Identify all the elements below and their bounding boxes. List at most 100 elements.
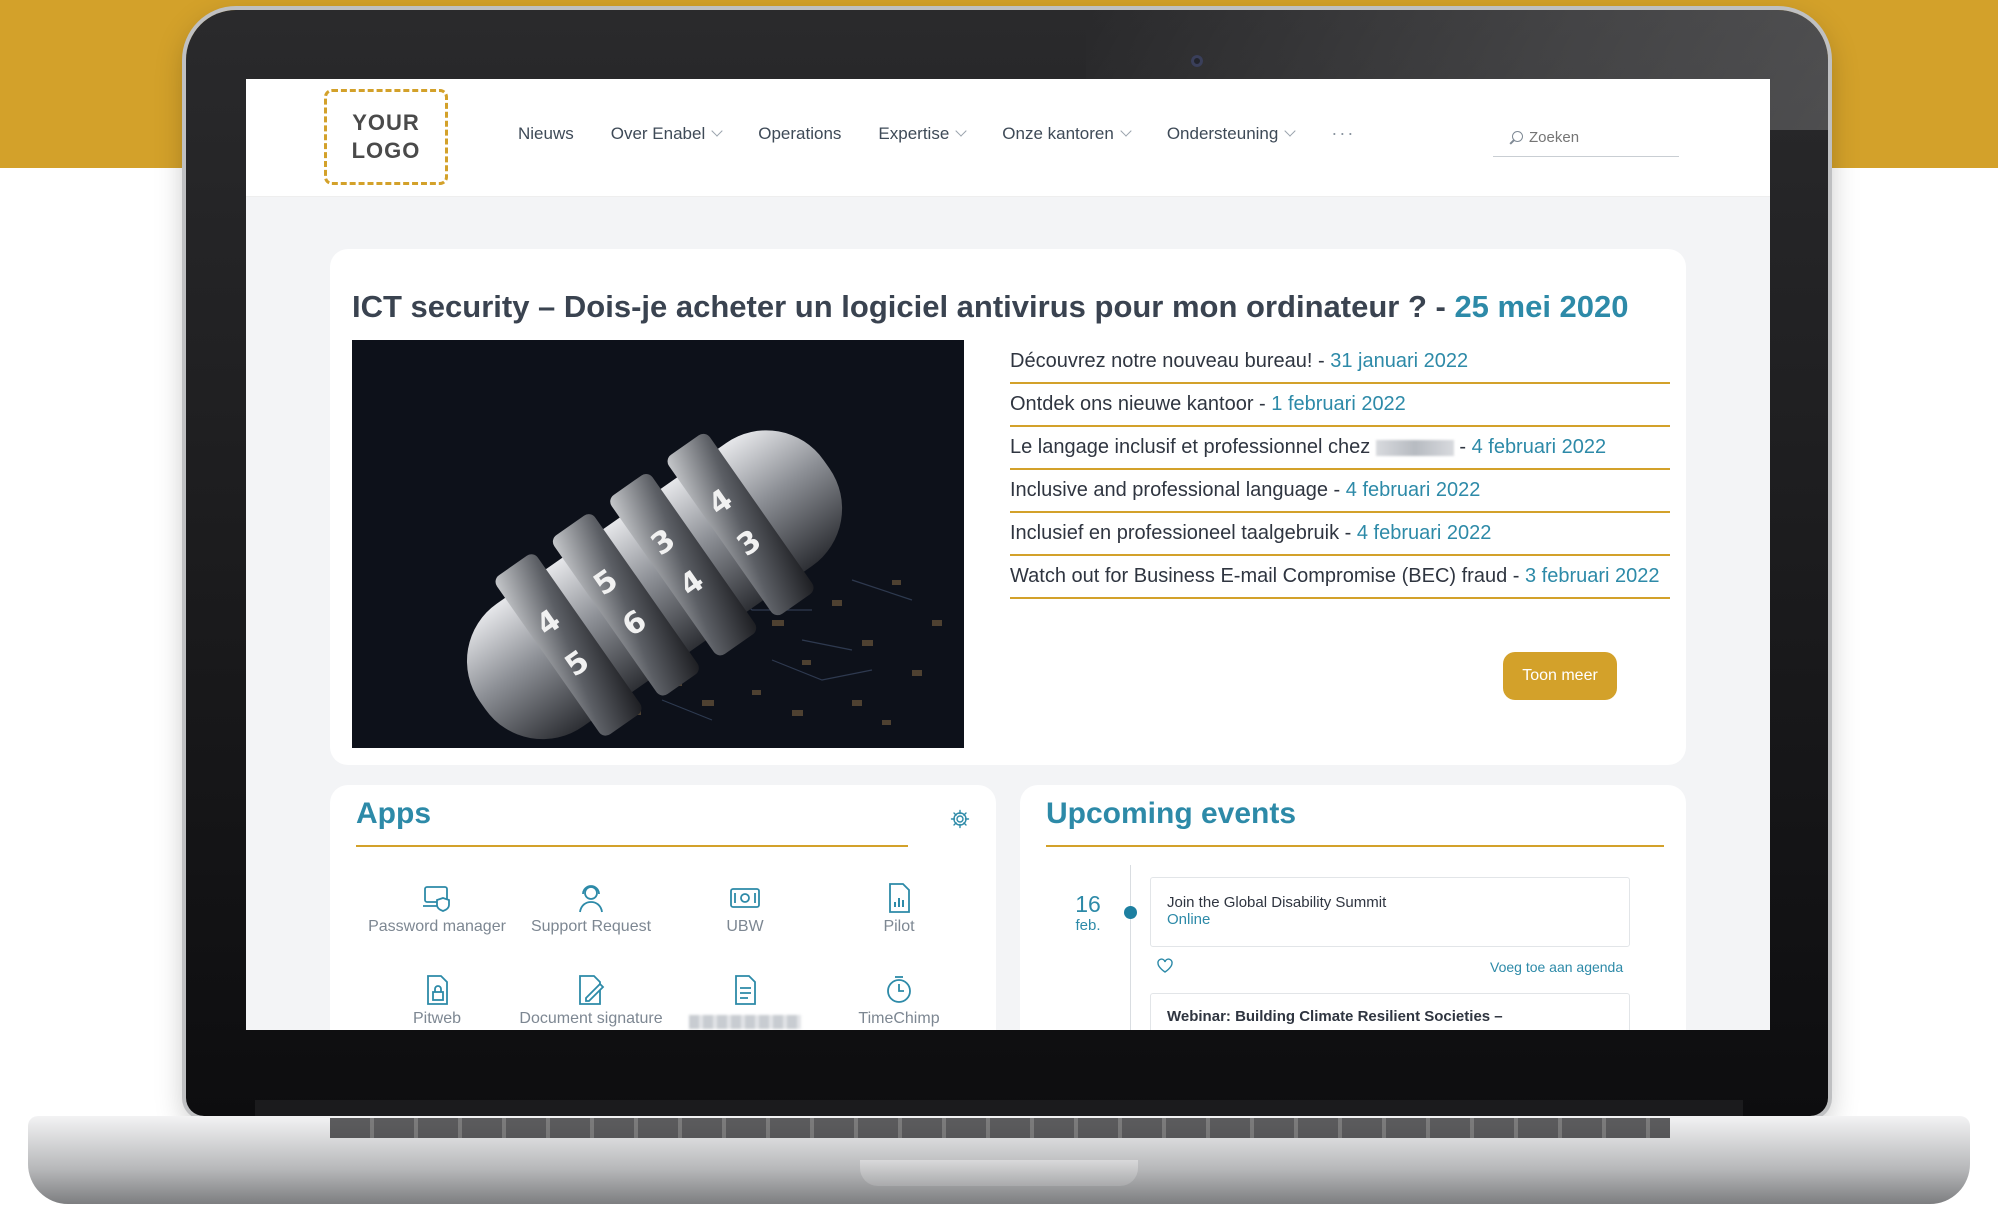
- news-item-date: 4 februari 2022: [1345, 479, 1481, 501]
- featured-title-text: ICT security – Dois-je acheter un logici…: [352, 289, 1446, 324]
- app-timechimp[interactable]: TimeChimp: [822, 973, 976, 1030]
- combination-lock-image: 45 56 34 43: [352, 340, 964, 748]
- locked-document-icon: [427, 975, 448, 1005]
- more-menu-button[interactable]: ···: [1331, 123, 1355, 144]
- document-icon: [735, 975, 756, 1005]
- apps-divider: [356, 845, 908, 847]
- nav-item-onze-kantoren[interactable]: Onze kantoren: [1002, 123, 1132, 144]
- featured-news-title[interactable]: ICT security – Dois-je acheter un logici…: [352, 289, 1629, 325]
- app-support-request[interactable]: Support Request: [514, 881, 668, 967]
- event-title: Webinar: Building Climate Resilient Soci…: [1167, 1008, 1503, 1025]
- event-date: 16 feb.: [1068, 891, 1108, 934]
- support-agent-icon: [579, 885, 603, 913]
- featured-date: 25 mei 2020: [1454, 289, 1629, 324]
- cash-icon: [730, 888, 760, 908]
- nav-label: Nieuws: [518, 123, 574, 143]
- news-item-title: Inclusief en professioneel taalgebruik -: [1010, 522, 1357, 544]
- report-chart-icon: [889, 883, 910, 913]
- add-to-agenda-link[interactable]: Voeg toe aan agenda: [1490, 959, 1623, 975]
- intranet-screen: YOUR LOGO Nieuws Over Enabel Operations …: [246, 79, 1770, 1030]
- chevron-down-icon: [955, 125, 967, 137]
- logo-text: YOUR LOGO: [351, 110, 421, 163]
- news-card: ICT security – Dois-je acheter un logici…: [330, 249, 1686, 765]
- laptop-notch: [860, 1160, 1138, 1186]
- news-item[interactable]: Découvrez notre nouveau bureau! - 31 jan…: [1010, 341, 1670, 384]
- search-icon: [1509, 130, 1523, 145]
- clock-icon: [887, 976, 911, 1003]
- heart-icon[interactable]: [1156, 957, 1174, 975]
- redacted-app-label: [689, 1015, 801, 1029]
- apps-card: Apps Password manager Support Request UB…: [330, 785, 996, 1030]
- news-item-title: Le langage inclusif et professionnel che…: [1010, 436, 1371, 458]
- your-logo-placeholder[interactable]: YOUR LOGO: [324, 89, 448, 185]
- event-location: Online: [1167, 911, 1211, 928]
- nav-item-operations[interactable]: Operations: [758, 123, 841, 144]
- app-pilot[interactable]: Pilot: [822, 881, 976, 967]
- document-sign-icon: [579, 975, 605, 1005]
- event-item[interactable]: Webinar: Building Climate Resilient Soci…: [1150, 993, 1630, 1030]
- nav-label: Expertise: [878, 123, 950, 143]
- webcam-icon: [1191, 55, 1203, 67]
- news-item-date: 3 februari 2022: [1524, 565, 1660, 587]
- chevron-down-icon: [1284, 125, 1297, 137]
- app-label: TimeChimp: [858, 1010, 940, 1027]
- news-item[interactable]: Le langage inclusif et professionnel che…: [1010, 427, 1670, 470]
- nav-item-ondersteuning[interactable]: Ondersteuning: [1166, 123, 1297, 144]
- app-label: Pilot: [883, 918, 915, 935]
- app-password-manager[interactable]: Password manager: [360, 881, 514, 967]
- events-divider: [1046, 845, 1664, 847]
- search-input[interactable]: [1529, 129, 1679, 146]
- event-month: feb.: [1075, 917, 1101, 934]
- app-label: Password manager: [368, 918, 506, 935]
- news-item[interactable]: Ontdek ons nieuwe kantoor - 1 februari 2…: [1010, 384, 1670, 427]
- nav-item-nieuws[interactable]: Nieuws: [518, 123, 574, 144]
- redacted-organization-name: [1375, 439, 1454, 456]
- nav-item-expertise[interactable]: Expertise: [878, 123, 967, 144]
- nav-label: Onze kantoren: [1002, 123, 1114, 143]
- nav-item-over-enabel[interactable]: Over Enabel: [610, 123, 723, 144]
- apps-grid: Password manager Support Request UBW Pil…: [360, 881, 980, 1030]
- nav-label: Operations: [758, 123, 842, 143]
- nav-label: Over Enabel: [610, 123, 706, 143]
- events-title: Upcoming events: [1046, 797, 1297, 830]
- show-more-button[interactable]: Toon meer: [1503, 652, 1617, 700]
- top-navigation-bar: YOUR LOGO Nieuws Over Enabel Operations …: [246, 79, 1770, 197]
- featured-news-image[interactable]: 45 56 34 43: [352, 340, 964, 748]
- gear-icon[interactable]: [950, 809, 970, 829]
- news-item-date: 31 januari 2022: [1330, 350, 1469, 372]
- app-label: Pitweb: [412, 1010, 462, 1027]
- news-item-separator: -: [1453, 436, 1472, 458]
- news-item[interactable]: Inclusief en professioneel taalgebruik -…: [1010, 513, 1670, 556]
- chevron-down-icon: [711, 125, 723, 137]
- event-title: Join the Global Disability Summit: [1167, 894, 1387, 911]
- timeline-line: [1130, 865, 1131, 1030]
- app-label: UBW: [726, 918, 764, 935]
- news-item[interactable]: Inclusive and professional language - 4 …: [1010, 470, 1670, 513]
- news-item-title: Découvrez notre nouveau bureau! -: [1010, 350, 1331, 372]
- marketing-laptop-mockup: YOUR LOGO Nieuws Over Enabel Operations …: [0, 0, 1998, 1232]
- app-label: Document signature: [519, 1010, 663, 1027]
- event-item[interactable]: Join the Global Disability Summit Online: [1150, 877, 1630, 947]
- news-item-title: Inclusive and professional language -: [1010, 479, 1346, 501]
- app-pitweb[interactable]: Pitweb: [360, 973, 514, 1030]
- chevron-down-icon: [1120, 125, 1132, 137]
- news-item-title: Ontdek ons nieuwe kantoor -: [1010, 393, 1272, 415]
- nav-label: Ondersteuning: [1166, 123, 1279, 143]
- search-box[interactable]: [1493, 119, 1679, 157]
- upcoming-events-card: Upcoming events 16 feb. Join the Global …: [1020, 785, 1686, 1030]
- app-document-signature[interactable]: Document signature: [514, 973, 668, 1030]
- password-manager-icon: [423, 886, 450, 912]
- news-item[interactable]: Watch out for Business E-mail Compromise…: [1010, 556, 1670, 599]
- news-item-date: 4 februari 2022: [1356, 522, 1492, 544]
- timeline-dot: [1124, 906, 1137, 919]
- app-ubw[interactable]: UBW: [668, 881, 822, 967]
- apps-title: Apps: [356, 797, 431, 830]
- news-item-date: 1 februari 2022: [1271, 393, 1406, 415]
- main-nav: Nieuws Over Enabel Operations Expertise …: [518, 123, 1355, 144]
- app-redacted[interactable]: [668, 973, 822, 1030]
- news-item-title: Watch out for Business E-mail Compromise…: [1010, 565, 1525, 587]
- event-day: 16: [1075, 891, 1101, 917]
- app-label: Support Request: [530, 918, 652, 935]
- news-item-date: 4 februari 2022: [1471, 436, 1607, 458]
- keyboard-keys: [330, 1118, 1670, 1138]
